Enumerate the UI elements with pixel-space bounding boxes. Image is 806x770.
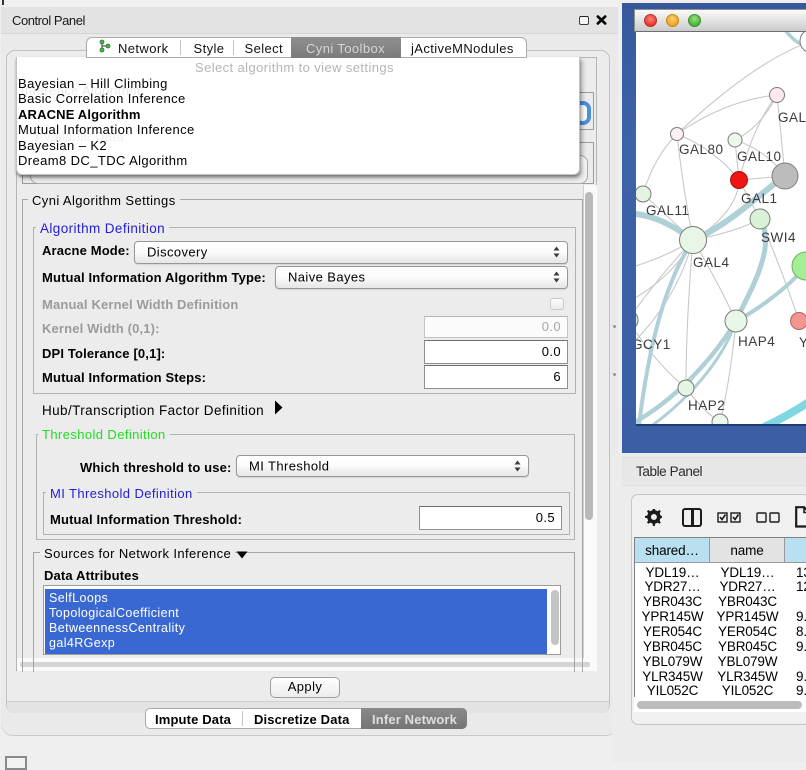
svg-text:YD: YD [799, 335, 806, 350]
svg-text:GAL10: GAL10 [737, 149, 782, 164]
svg-text:HAP2: HAP2 [688, 398, 725, 413]
svg-text:GAL1: GAL1 [741, 191, 778, 206]
svg-text:GAL80: GAL80 [679, 142, 724, 157]
svg-text:GAL11: GAL11 [646, 203, 690, 218]
svg-text:GCY1: GCY1 [636, 337, 671, 352]
svg-text:GAL4: GAL4 [693, 255, 730, 270]
svg-text:GAL2: GAL2 [778, 110, 806, 125]
svg-text:SWI4: SWI4 [761, 230, 796, 245]
svg-text:HAP4: HAP4 [738, 334, 775, 349]
